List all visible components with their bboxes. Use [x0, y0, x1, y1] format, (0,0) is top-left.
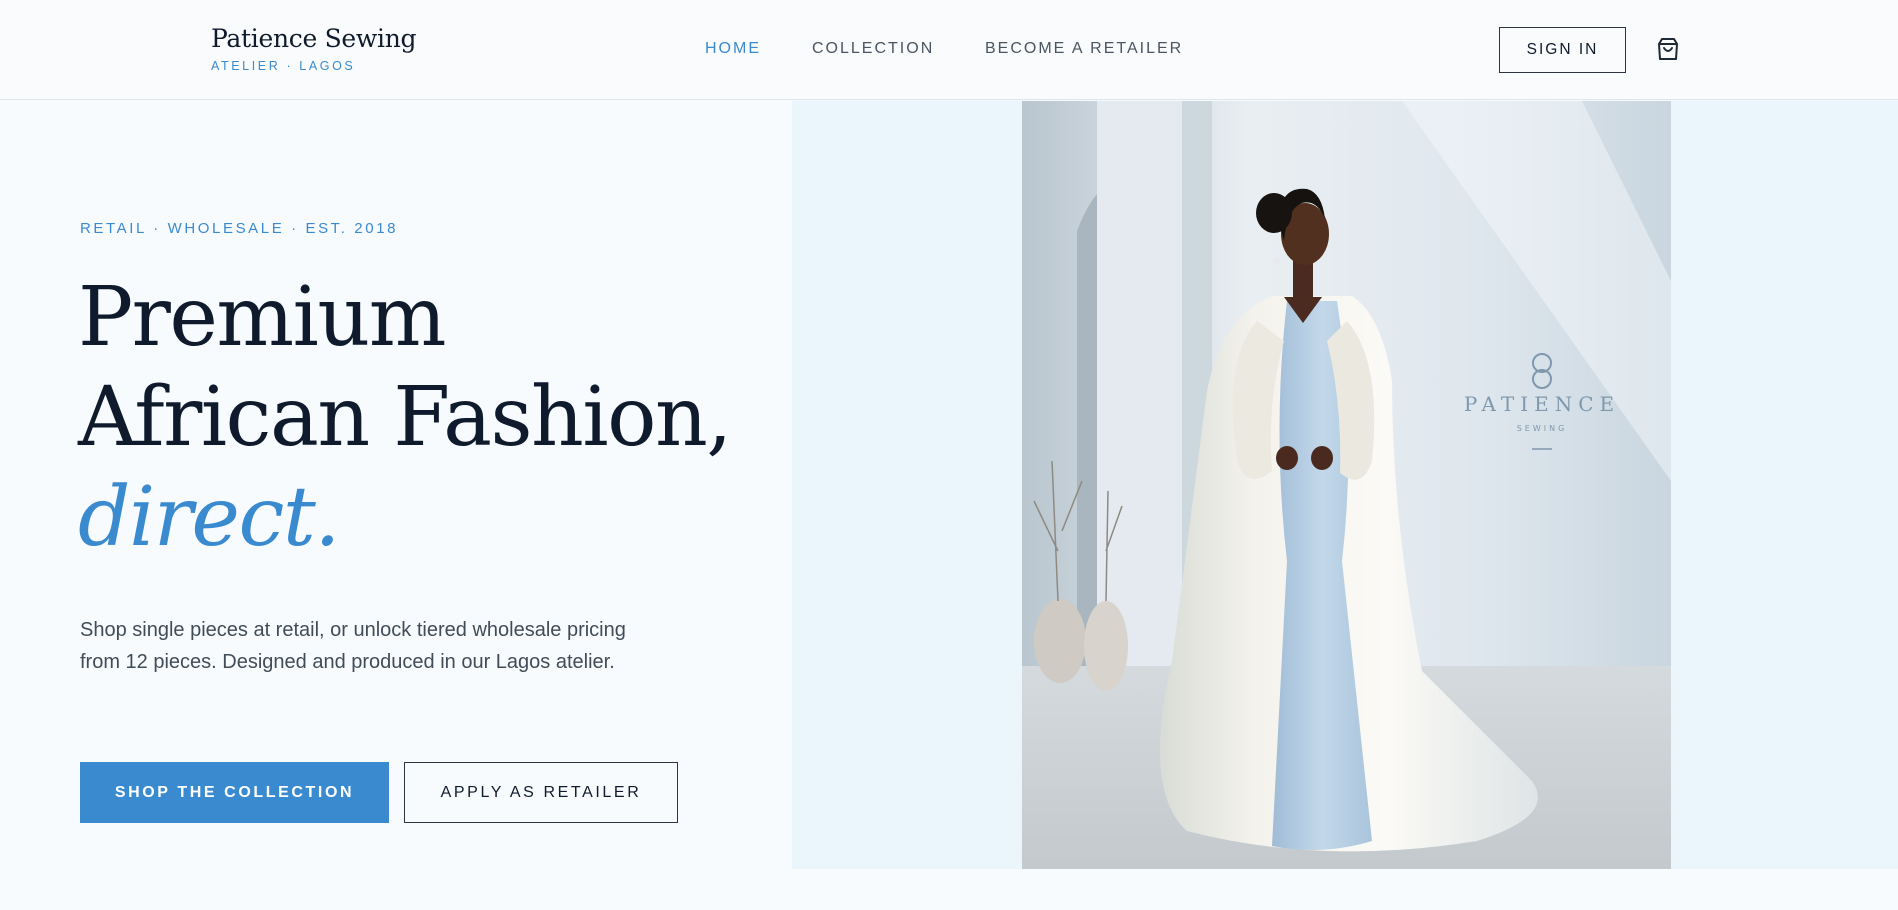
brand-tagline: ATELIER · LAGOS: [211, 59, 356, 73]
nav-collection[interactable]: COLLECTION: [812, 40, 934, 58]
headline-line-1: Premium: [78, 270, 446, 365]
hero-eyebrow: RETAIL · WHOLESALE · EST. 2018: [80, 220, 399, 237]
hero-headline: Premium African Fashion, direct.: [78, 268, 732, 568]
hero-model-photo: PATIENCE SEWING: [1022, 101, 1671, 869]
shopping-bag-icon[interactable]: [1655, 36, 1681, 62]
headline-accent: direct.: [78, 470, 340, 565]
headline-line-2: African Fashion,: [78, 370, 732, 465]
nav-become-retailer[interactable]: BECOME A RETAILER: [985, 40, 1183, 58]
shop-collection-button[interactable]: SHOP THE COLLECTION: [80, 762, 389, 823]
wall-logo-sub: SEWING: [1517, 424, 1568, 433]
nav-home[interactable]: HOME: [705, 40, 761, 58]
wall-logo-word: PATIENCE: [1464, 392, 1620, 416]
site-header: Patience Sewing ATELIER · LAGOS HOME COL…: [0, 0, 1898, 100]
hero-description: Shop single pieces at retail, or unlock …: [80, 619, 626, 673]
apply-retailer-button[interactable]: APPLY AS RETAILER: [404, 762, 678, 823]
sign-in-button[interactable]: SIGN IN: [1499, 27, 1626, 73]
